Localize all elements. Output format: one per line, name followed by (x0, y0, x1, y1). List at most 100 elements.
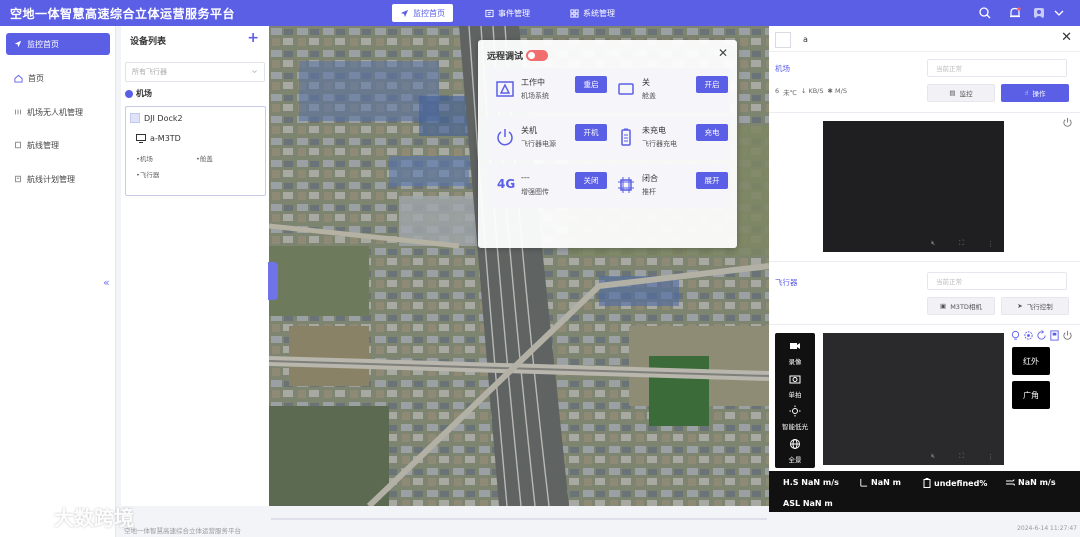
power-icon[interactable] (1062, 117, 1073, 128)
tab-system-management[interactable]: 系统管理 (562, 4, 623, 22)
panorama-tool[interactable]: 全景 (775, 438, 815, 464)
card-status: 闭合 (642, 174, 658, 183)
card-sub: 推杆 (642, 188, 656, 196)
route-icon (15, 141, 21, 149)
sidebar-item-label: 首页 (28, 73, 44, 83)
dock-row[interactable]: DJI Dock2 (130, 113, 183, 123)
sidebar-item-route-management[interactable]: 航线管理 (6, 134, 110, 156)
more-icon[interactable]: ⋮ (987, 240, 994, 248)
sidebar-item-label: 机场无人机管理 (27, 107, 83, 117)
airport-stats: 6 未℃ ↓ KB/S ✱ M/S (775, 87, 847, 97)
open-cover-button[interactable]: 开启 (696, 76, 728, 93)
remote-debug-modal: 远程调试 ✕ 工作中 机场系统 重启 关 舱盖 开启 关机 飞行器电源 开机 未… (478, 40, 737, 248)
search-icon[interactable] (978, 6, 992, 20)
watermark-text: 大数跨境 (54, 506, 134, 530)
collapse-sidebar-icon[interactable]: « (103, 276, 110, 289)
close-icon[interactable]: ✕ (718, 46, 728, 60)
chevron-down-icon[interactable] (1052, 6, 1066, 20)
mute-icon[interactable]: 🔇︎ (931, 239, 935, 248)
low-light-tool[interactable]: 智能低光 (775, 405, 815, 431)
aircraft-video[interactable]: 🔇︎ ⛶ ⋮ (823, 333, 1004, 465)
putter-icon (618, 177, 634, 193)
snapshot-tool[interactable]: 单拍 (775, 373, 815, 399)
bulb-icon[interactable] (1010, 330, 1021, 341)
aircraft-status-field: 当前正常 (927, 272, 1067, 290)
power-icon[interactable] (1062, 330, 1073, 341)
globe-icon (790, 439, 800, 449)
expand-putter-button[interactable]: 展开 (696, 172, 728, 189)
card-status: 未充电 (642, 126, 666, 135)
mute-icon[interactable]: 🔇︎ (931, 452, 935, 461)
video-icon (790, 343, 800, 349)
drone-row[interactable]: a-M3TD (136, 134, 181, 143)
grid-icon (570, 8, 579, 18)
device-name: a (803, 35, 808, 44)
device-group-airport[interactable]: 机场 (125, 88, 152, 99)
temperature-stat: 未℃ (783, 89, 797, 97)
restart-button[interactable]: 重启 (575, 76, 607, 93)
sidebar-item-monitor-home[interactable]: 监控首页 (6, 33, 110, 55)
close-icon[interactable]: ✕ (1061, 30, 1072, 45)
settings-icon[interactable] (1023, 330, 1034, 341)
altitude-asl: ASL NaN m (783, 499, 833, 508)
detail-header: a ✕ (769, 26, 1080, 52)
tag-airport: •机场 (136, 155, 153, 163)
infrared-mode-button[interactable]: 红外 (1012, 347, 1050, 375)
close-transmission-button[interactable]: 关闭 (575, 172, 607, 189)
navigation-icon (400, 9, 409, 17)
monitor-button[interactable]: ▤ 监控 (927, 84, 995, 102)
card-sub: 飞行器电源 (521, 140, 556, 148)
camera-icon: ▣ (940, 302, 947, 310)
tab-event-management[interactable]: 事件管理 (477, 4, 538, 22)
sidebar-item-label: 航线管理 (27, 140, 59, 150)
wind-icon (1006, 479, 1015, 486)
navigation-icon (14, 40, 22, 48)
watermark-logo-icon (8, 508, 48, 526)
card-status: 关 (642, 78, 650, 87)
card-status: 关机 (521, 126, 537, 135)
bell-icon[interactable] (1008, 6, 1022, 20)
device-list-panel: 设备列表 + 所有飞行器 机场 DJI Dock2 a-M3TD •机场 •舱盖… (121, 26, 269, 506)
event-icon (485, 9, 494, 17)
battery-icon (621, 128, 631, 146)
card-sub: 舱盖 (642, 92, 656, 100)
more-icon[interactable]: ⋮ (987, 453, 994, 461)
sidebar-item-airport-drone-management[interactable]: 机场无人机管理 (6, 101, 110, 123)
operate-button[interactable]: ☝ 操作 (1001, 84, 1069, 102)
sidebar-item-home[interactable]: 首页 (6, 67, 110, 89)
charge-button[interactable]: 充电 (696, 124, 728, 141)
fullscreen-icon[interactable]: ⛶ (959, 452, 964, 461)
airport-video[interactable]: 🔇︎ ⛶ ⋮ (823, 121, 1004, 252)
sidebar-item-route-plan-management[interactable]: 航线计划管理 (6, 168, 110, 190)
sidebar: 监控首页 首页 机场无人机管理 航线管理 航线计划管理 « (0, 26, 116, 537)
flight-control-button[interactable]: ➤ 飞行控制 (1001, 297, 1069, 315)
card-aircraft-charge: 未充电 飞行器充电 充电 (608, 116, 730, 160)
device-card[interactable]: DJI Dock2 a-M3TD •机场 •舱盖 •飞行器 (125, 106, 266, 196)
map-scroll-track[interactable] (271, 518, 767, 520)
hand-icon: ☝ (1024, 89, 1029, 97)
detail-tab-marker (775, 32, 791, 48)
record-tool[interactable]: 录像 (775, 340, 815, 366)
app-title: 空地一体智慧高速综合立体运营服务平台 (10, 7, 236, 21)
drone-name: a-M3TD (150, 134, 181, 143)
power-on-button[interactable]: 开机 (575, 124, 607, 141)
avatar-icon[interactable] (1032, 6, 1046, 20)
power-icon (497, 129, 513, 146)
m3td-camera-button[interactable]: ▣ M3TD相机 (927, 297, 995, 315)
refresh-icon[interactable] (1036, 330, 1047, 341)
remote-debug-toggle[interactable] (526, 50, 548, 61)
group-label: 机场 (136, 89, 152, 98)
add-device-button[interactable]: + (247, 30, 259, 46)
card-airport-system: 工作中 机场系统 重启 (487, 68, 609, 112)
wide-angle-mode-button[interactable]: 广角 (1012, 381, 1050, 409)
dock-name: DJI Dock2 (144, 113, 183, 123)
card-cover: 关 舱盖 开启 (608, 68, 730, 112)
aircraft-filter-select[interactable]: 所有飞行器 (125, 62, 265, 82)
fullscreen-icon[interactable]: ⛶ (959, 239, 964, 248)
tab-monitor-home[interactable]: 监控首页 (392, 4, 453, 22)
watermark: 大数跨境 (6, 502, 134, 531)
map-side-handle[interactable] (268, 262, 278, 300)
storage-icon[interactable] (1049, 330, 1060, 341)
4g-icon: 4G (497, 177, 516, 191)
tab-label: 系统管理 (583, 8, 615, 18)
